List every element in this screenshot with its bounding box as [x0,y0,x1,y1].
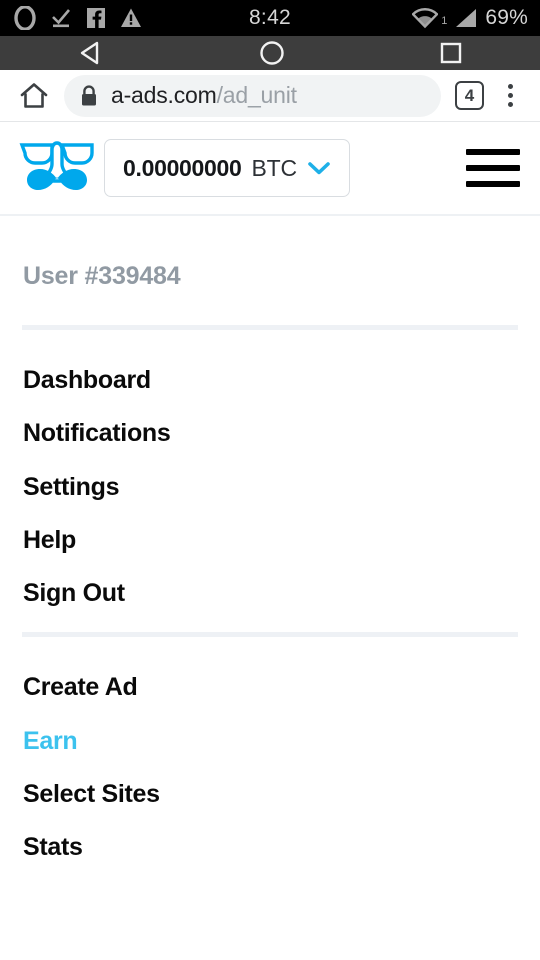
menu-item-create-ad[interactable]: Create Ad [22,661,518,714]
balance-selector[interactable]: 0.00000000 BTC [104,139,350,197]
menu-group-account: Dashboard Notifications Settings Help Si… [22,330,518,632]
hamburger-bar [466,181,520,187]
wifi-sim-label: 1 [441,15,448,27]
wifi-icon [412,8,439,29]
android-status-bar: 8:42 1 69% [0,0,540,36]
groucho-glasses-logo [19,141,94,190]
site-logo[interactable] [18,137,96,199]
home-icon [20,82,48,108]
facebook-icon [87,8,105,28]
back-triangle-icon[interactable] [76,40,106,66]
balance-currency: BTC [251,154,298,181]
check-underline-icon [52,9,70,28]
menu-item-select-sites[interactable]: Select Sites [22,768,518,821]
menu-item-settings[interactable]: Settings [22,461,518,514]
recents-square-icon[interactable] [438,40,464,66]
warning-icon [121,8,141,27]
menu-group-actions: Create Ad Earn Select Sites Stats [22,637,518,886]
hamburger-icon[interactable] [466,149,522,187]
user-id-label: User #339484 [23,262,181,290]
browser-toolbar: a-ads.com/ad_unit 4 [0,70,540,122]
menu-item-notifications[interactable]: Notifications [22,407,518,460]
signal-icon [456,9,477,27]
menu-item-help[interactable]: Help [22,514,518,567]
status-system-icons: 1 69% [412,0,528,36]
overflow-dot [507,102,513,107]
more-vertical-icon[interactable] [492,84,528,107]
menu-item-dashboard[interactable]: Dashboard [22,354,518,407]
overflow-dot [507,84,513,89]
url-bar[interactable]: a-ads.com/ad_unit [64,74,441,117]
menu-item-sign-out[interactable]: Sign Out [22,567,518,620]
opera-icon [14,6,36,30]
hamburger-bar [466,149,520,155]
url-domain: a-ads.com [111,82,217,108]
balance-amount: 0.00000000 [123,154,242,181]
url-text: a-ads.com/ad_unit [111,82,297,109]
site-header: 0.00000000 BTC [0,122,540,216]
battery-percentage: 69% [485,6,528,29]
navigation-drawer: User #339484 Dashboard Notifications Set… [0,216,540,887]
url-path: /ad_unit [216,82,297,108]
chevron-down-icon [308,162,330,175]
menu-item-stats[interactable]: Stats [22,821,518,874]
overflow-dot [507,93,513,98]
status-notification-icons [14,6,142,30]
menu-item-earn[interactable]: Earn [22,715,518,768]
hamburger-bar [466,165,520,171]
tab-counter-button[interactable]: 4 [455,81,484,110]
lock-icon [82,84,96,105]
home-circle-icon[interactable] [258,39,286,67]
browser-home-button[interactable] [12,80,56,112]
android-nav-bar [0,36,540,70]
